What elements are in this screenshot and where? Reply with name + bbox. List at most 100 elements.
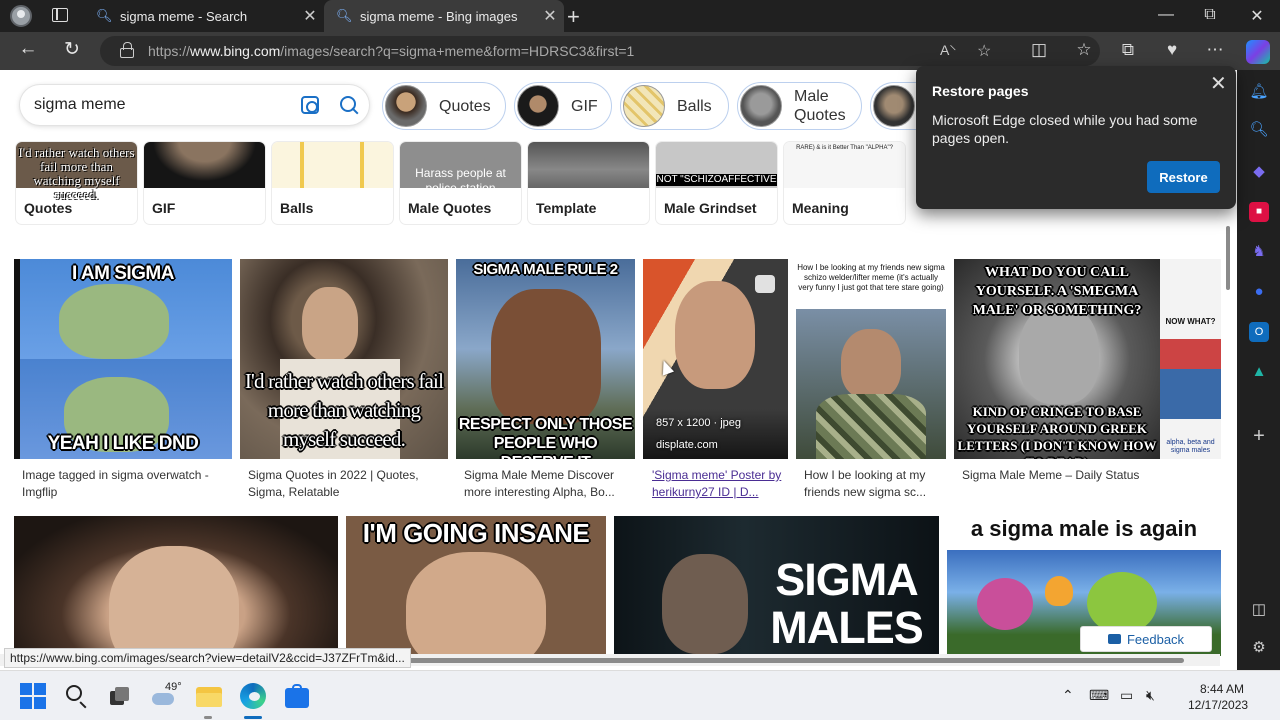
category-quotes[interactable]: I'd rather watch others fail more than w… bbox=[16, 142, 137, 224]
store-icon[interactable] bbox=[284, 683, 310, 709]
pill-thumbnail bbox=[517, 85, 559, 127]
sidebar-search-icon[interactable]: 🔍︎ bbox=[1249, 120, 1269, 140]
copilot-icon[interactable] bbox=[1246, 40, 1270, 64]
window-close-icon[interactable]: ✕ bbox=[1237, 6, 1277, 26]
restore-button[interactable]: Restore bbox=[1147, 161, 1220, 193]
result-caption[interactable]: Sigma Male Meme Discover more interestin… bbox=[464, 467, 634, 501]
result-caption[interactable]: 'Sigma meme' Poster by herikurny27 ID | … bbox=[652, 467, 792, 501]
edge-sidebar: 🔔︎ 🔍︎ ◆ ■ ♞ ● O ▲ + ◫ ⚙ bbox=[1237, 70, 1280, 670]
scroll-thumb[interactable] bbox=[1226, 226, 1230, 290]
visual-search-icon[interactable] bbox=[301, 96, 319, 114]
category-male-grindset[interactable]: NOT "SCHIZOAFFECTIVE Male Grindset bbox=[656, 142, 777, 224]
pill-male-quotes[interactable]: Male Quotes bbox=[737, 82, 862, 130]
result-image[interactable]: I'd rather watch others fail more than w… bbox=[240, 259, 448, 459]
restore-icon[interactable]: ⧉ bbox=[1190, 6, 1230, 24]
address-bar[interactable]: https://www.bing.com/images/search?q=sig… bbox=[100, 36, 1100, 66]
result-image[interactable] bbox=[14, 516, 338, 656]
split-screen-icon[interactable]: ◫ bbox=[1027, 40, 1051, 60]
hide-sidebar-icon[interactable]: ◫ bbox=[1249, 600, 1269, 620]
tools-icon[interactable]: ■ bbox=[1249, 202, 1269, 222]
refresh-icon[interactable]: ↻ bbox=[57, 38, 87, 61]
tab-bing-images[interactable]: 🔍︎ sigma meme - Bing images ✕ bbox=[324, 0, 564, 32]
result-image[interactable]: SIGMA MALES bbox=[614, 516, 939, 656]
result-image[interactable]: How I be looking at my friends new sigma… bbox=[796, 259, 946, 459]
result-caption[interactable]: Sigma Quotes in 2022 | Quotes, Sigma, Re… bbox=[248, 467, 443, 501]
more-icon[interactable]: ⋯ bbox=[1203, 40, 1227, 60]
collection-icon[interactable] bbox=[755, 275, 775, 293]
shopping-icon[interactable]: ◆ bbox=[1249, 162, 1269, 182]
result-image[interactable]: NOW WHAT? alpha, beta and sigma males bbox=[1160, 259, 1221, 459]
restore-pages-dialog: Restore pages ✕ Microsoft Edge closed wh… bbox=[916, 66, 1236, 209]
result-image[interactable]: I AM SIGMA YEAH I LIKE DND bbox=[14, 259, 232, 459]
result-image[interactable]: I'M GOING INSANE bbox=[346, 516, 606, 656]
close-tab-icon[interactable]: ✕ bbox=[296, 6, 324, 26]
favorite-icon[interactable]: ☆ bbox=[977, 41, 991, 61]
lock-icon[interactable] bbox=[120, 42, 134, 58]
tab-title: sigma meme - Bing images bbox=[360, 8, 518, 24]
collections-icon[interactable]: ⧉ bbox=[1116, 40, 1140, 60]
search-icon[interactable] bbox=[338, 94, 360, 116]
drop-icon[interactable]: ▲ bbox=[1249, 362, 1269, 382]
keyboard-icon[interactable]: ⌨ bbox=[1089, 687, 1109, 704]
settings-icon[interactable]: ⚙ bbox=[1249, 638, 1269, 658]
vertical-scrollbar[interactable] bbox=[1223, 220, 1233, 660]
read-aloud-icon[interactable]: A⸌ bbox=[940, 41, 956, 60]
pill-label: Balls bbox=[677, 97, 712, 115]
clock[interactable]: 8:44 AM 12/17/2023 bbox=[1188, 681, 1248, 713]
category-gif[interactable]: GIF bbox=[144, 142, 265, 224]
new-tab-button[interactable]: + bbox=[567, 4, 580, 30]
meme-overlay-text: I'd rather watch others fail more than w… bbox=[244, 369, 444, 451]
pill-quotes[interactable]: Quotes bbox=[382, 82, 506, 130]
image-source[interactable]: displate.com bbox=[656, 439, 718, 451]
close-icon[interactable]: ✕ bbox=[1210, 71, 1227, 96]
pill-label: GIF bbox=[571, 97, 598, 115]
image-dimensions: 857 x 1200 · jpeg bbox=[656, 417, 742, 429]
volume-icon[interactable]: 🔇︎ bbox=[1146, 687, 1155, 704]
meme-top-text: a sigma male is again bbox=[970, 516, 1198, 541]
tab-actions-icon[interactable] bbox=[52, 8, 68, 22]
taskbar-search-icon[interactable] bbox=[64, 683, 90, 709]
chevron-up-icon[interactable]: ⌃ bbox=[1062, 687, 1074, 704]
result-caption[interactable]: Sigma Male Meme – Daily Status bbox=[962, 467, 1182, 484]
title-bar: 🔍︎ sigma meme - Search ✕ 🔍︎ sigma meme -… bbox=[0, 0, 1280, 32]
category-template[interactable]: Template bbox=[528, 142, 649, 224]
back-icon[interactable]: ← bbox=[13, 38, 43, 60]
result-caption[interactable]: How I be looking at my friends new sigma… bbox=[804, 467, 944, 501]
microsoft365-icon[interactable]: ● bbox=[1249, 282, 1269, 302]
minimize-icon[interactable]: — bbox=[1146, 6, 1186, 24]
notifications-icon[interactable]: 🔔︎ bbox=[1249, 82, 1269, 102]
edge-icon[interactable] bbox=[240, 683, 266, 709]
tab-search[interactable]: 🔍︎ sigma meme - Search ✕ bbox=[84, 0, 324, 32]
profile-avatar[interactable] bbox=[10, 5, 32, 27]
add-app-icon[interactable]: + bbox=[1249, 426, 1269, 446]
category-thumbnail: RARE) & is it Better Than "ALPHA"? bbox=[784, 142, 905, 188]
character-face bbox=[59, 284, 169, 359]
category-male-quotes[interactable]: Harass people at police station Male Quo… bbox=[400, 142, 521, 224]
thumbnail-text: RARE) & is it Better Than "ALPHA"? bbox=[796, 145, 893, 151]
close-tab-icon[interactable]: ✕ bbox=[536, 6, 564, 26]
category-thumbnail bbox=[272, 142, 393, 188]
category-thumbnail: Harass people at police station bbox=[400, 142, 521, 195]
side-text: alpha, beta and sigma males bbox=[1166, 439, 1215, 454]
display-icon[interactable]: ▭ bbox=[1120, 687, 1133, 704]
pill-balls[interactable]: Balls bbox=[620, 82, 729, 130]
category-meaning[interactable]: RARE) & is it Better Than "ALPHA"? Meani… bbox=[784, 142, 905, 224]
status-bar-url: https://www.bing.com/images/search?view=… bbox=[4, 648, 411, 668]
search-input[interactable] bbox=[34, 93, 284, 117]
meme-top-text: I AM SIGMA bbox=[72, 263, 174, 284]
outlook-icon[interactable]: O bbox=[1249, 322, 1269, 342]
file-explorer-icon[interactable] bbox=[196, 683, 222, 709]
feedback-button[interactable]: Feedback bbox=[1080, 626, 1212, 652]
games-icon[interactable]: ♞ bbox=[1249, 242, 1269, 262]
result-image[interactable]: SIGMA MALE RULE 2 RESPECT ONLY THOSE PEO… bbox=[456, 259, 635, 459]
favorites-icon[interactable]: ☆ bbox=[1072, 40, 1096, 60]
category-balls[interactable]: Balls bbox=[272, 142, 393, 224]
start-icon[interactable] bbox=[20, 683, 46, 709]
pill-gif[interactable]: GIF bbox=[514, 82, 612, 130]
performance-icon[interactable]: ♥ bbox=[1160, 40, 1184, 60]
task-view-icon[interactable] bbox=[106, 683, 132, 709]
dialog-title: Restore pages bbox=[932, 83, 1029, 99]
url-text[interactable]: https://www.bing.com/images/search?q=sig… bbox=[148, 43, 634, 59]
result-caption[interactable]: Image tagged in sigma overwatch - Imgfli… bbox=[22, 467, 222, 501]
result-image[interactable]: WHAT DO YOU CALL YOURSELF. A 'SMEGMA MAL… bbox=[954, 259, 1160, 459]
